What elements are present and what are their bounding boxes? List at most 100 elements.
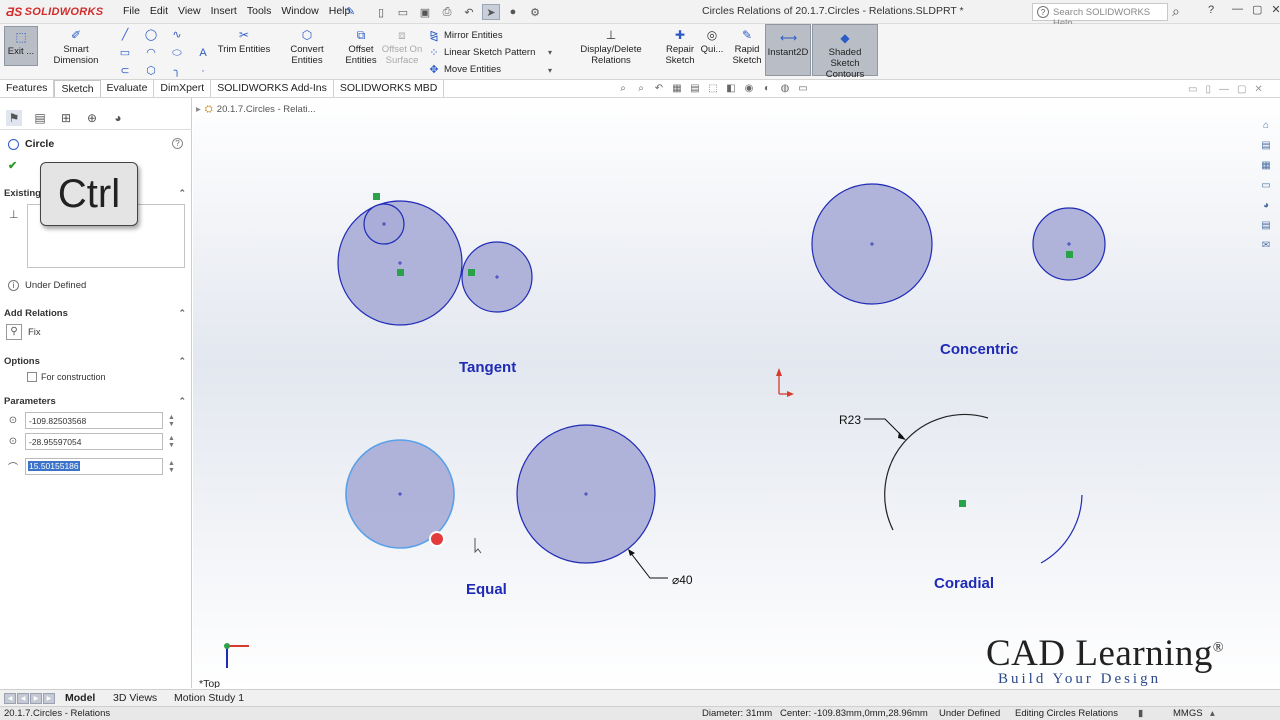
polygon-icon[interactable]: ⬡ — [144, 64, 158, 78]
maximize-icon[interactable]: ▢ — [1252, 3, 1262, 16]
linear-sketch-pattern-button[interactable]: ⁘ Linear Sketch Pattern — [428, 46, 535, 59]
select-icon[interactable]: ➤ — [482, 4, 500, 20]
previous-view-icon[interactable]: ↶ — [652, 82, 666, 96]
convert-entities-button[interactable]: ⬡ Convert Entities — [274, 28, 340, 66]
circle-tool-icon[interactable]: ◯ — [144, 28, 158, 42]
radius-input[interactable]: 15.50155186 — [25, 458, 163, 475]
coradial-relation-icon[interactable] — [959, 500, 966, 507]
radius-dimension[interactable]: R23 — [839, 413, 861, 427]
next-tab-icon[interactable]: ▶ — [30, 693, 42, 704]
search-icon[interactable]: ⌕ — [1172, 3, 1180, 20]
close-icon[interactable]: ✕ — [1271, 3, 1280, 16]
minimize-icon[interactable]: — — [1232, 3, 1243, 16]
repair-sketch-button[interactable]: ✚ Repair Sketch — [664, 28, 696, 66]
menu-insert[interactable]: Insert — [206, 5, 242, 17]
mirror-entities-button[interactable]: ⧎ Mirror Entities — [428, 29, 502, 42]
zoom-area-icon[interactable]: ⌕ — [634, 82, 648, 96]
menu-edit[interactable]: Edit — [145, 5, 173, 17]
exit-sketch-button[interactable]: ⬚ Exit ... — [4, 26, 38, 66]
collapse-icon[interactable]: ⌃ — [178, 396, 186, 407]
help-search-input[interactable]: ? Search SOLIDWORKS Help — [1032, 3, 1168, 29]
options-gear-icon[interactable]: ⚙ — [526, 4, 544, 20]
print-icon[interactable]: ⎙ — [438, 4, 456, 20]
forum-icon[interactable]: ✉ — [1258, 238, 1274, 254]
move-entities-button[interactable]: ✥ Move Entities — [428, 63, 501, 76]
feature-manager-icon[interactable]: ⚑ — [6, 110, 22, 126]
offset-on-surface-button[interactable]: ⧈ Offset On Surface — [380, 28, 424, 66]
diameter-dimension[interactable]: ⌀40 — [672, 573, 693, 587]
last-tab-icon[interactable]: ▶ — [43, 693, 55, 704]
viewport-restore-icon[interactable]: ▭ — [1188, 84, 1197, 95]
options-header[interactable]: Options ⌃ — [4, 356, 188, 367]
display-manager-icon[interactable]: ◕ — [110, 110, 126, 126]
for-construction-checkbox[interactable]: For construction — [27, 372, 106, 382]
coincident-relation-icon[interactable] — [397, 269, 404, 276]
checkbox[interactable] — [27, 372, 37, 382]
file-explorer-icon[interactable]: ▭ — [1258, 178, 1274, 194]
undo-icon[interactable]: ↶ — [460, 4, 478, 20]
line-icon[interactable]: ╱ — [118, 28, 132, 42]
tangent-relation-icon[interactable] — [373, 193, 380, 200]
resources-icon[interactable]: ▤ — [1258, 138, 1274, 154]
viewport-minimize-icon[interactable]: — — [1219, 84, 1229, 95]
new-document-icon[interactable]: ▯ — [372, 4, 390, 20]
tab-addins[interactable]: SOLIDWORKS Add-Ins — [211, 80, 334, 98]
status-units[interactable]: MMGS — [1173, 708, 1203, 719]
solidworks-logo[interactable]: ƋS SOLIDWORKS — [6, 5, 103, 19]
menu-view[interactable]: View — [173, 5, 206, 17]
section-view-icon[interactable]: ▦ — [670, 82, 684, 96]
chevron-down-icon[interactable]: ▾ — [548, 66, 552, 75]
collapse-icon[interactable]: ⌃ — [178, 356, 186, 367]
spin-arrows-icon[interactable]: ▲ ▼ — [168, 460, 175, 474]
design-library-icon[interactable]: ▦ — [1258, 158, 1274, 174]
tangent-relation-icon[interactable] — [468, 269, 475, 276]
dimxpert-manager-icon[interactable]: ⊕ — [84, 110, 100, 126]
point-icon[interactable]: · — [196, 64, 210, 78]
collapse-icon[interactable]: ⌃ — [178, 308, 186, 319]
tab-model[interactable]: Model — [65, 692, 95, 704]
appearances-icon[interactable]: ◕ — [1258, 198, 1274, 214]
help-icon[interactable]: ? — [1208, 4, 1214, 16]
tab-features[interactable]: Features — [0, 80, 55, 98]
display-style-icon[interactable]: ◧ — [724, 82, 738, 96]
rebuild-status-icon[interactable]: ▮ — [1138, 708, 1143, 719]
rapid-sketch-button[interactable]: ✎ Rapid Sketch — [732, 28, 762, 66]
slot-icon[interactable]: ⊂ — [118, 64, 132, 78]
feature-tree-breadcrumb[interactable]: ▸ ⛭ 20.1.7.Circles - Relati... — [196, 104, 316, 115]
tab-evaluate[interactable]: Evaluate — [101, 80, 155, 98]
view-settings-icon[interactable]: ▭ — [796, 82, 810, 96]
arc-icon[interactable]: ◠ — [144, 46, 158, 60]
zoom-to-fit-icon[interactable]: ⌕ — [616, 82, 630, 96]
property-manager-icon[interactable]: ▤ — [32, 110, 48, 126]
display-delete-relations-button[interactable]: ⊥ Display/Delete Relations — [560, 28, 662, 66]
viewport-tile-icon[interactable]: ▯ — [1205, 84, 1211, 95]
prev-tab-icon[interactable]: ◀ — [17, 693, 29, 704]
open-icon[interactable]: ▭ — [394, 4, 412, 20]
text-tool-icon[interactable]: A — [196, 46, 210, 60]
parameters-header[interactable]: Parameters ⌃ — [4, 396, 188, 407]
custom-properties-icon[interactable]: ▤ — [1258, 218, 1274, 234]
fix-relation-button[interactable]: ⚲ Fix — [6, 324, 41, 340]
viewport-close-icon[interactable]: ✕ — [1254, 84, 1262, 95]
collapse-icon[interactable]: ⌃ — [178, 188, 186, 199]
concentric-relation-icon[interactable] — [1066, 251, 1073, 258]
viewport-maximize-icon[interactable]: ▢ — [1237, 84, 1246, 95]
shaded-sketch-contours-button[interactable]: ◆ Shaded Sketch Contours — [812, 24, 878, 80]
offset-entities-button[interactable]: ⧉ Offset Entities — [342, 28, 380, 66]
trim-entities-button[interactable]: ✂ Trim Entities — [216, 28, 272, 55]
appearance-icon[interactable]: ◐ — [760, 82, 774, 96]
center-y-input[interactable]: -28.95597054 — [25, 433, 163, 450]
menu-window[interactable]: Window — [276, 5, 323, 17]
home-icon[interactable]: ⌂ — [1258, 118, 1274, 134]
tab-dimxpert[interactable]: DimXpert — [154, 80, 212, 98]
rectangle-icon[interactable]: ▭ — [118, 46, 132, 60]
tab-motion-study[interactable]: Motion Study 1 — [174, 692, 244, 704]
tab-mbd[interactable]: SOLIDWORKS MBD — [334, 80, 445, 98]
chevron-down-icon[interactable]: ▾ — [548, 48, 552, 57]
first-tab-icon[interactable]: ◀ — [4, 693, 16, 704]
save-icon[interactable]: ▣ — [416, 4, 434, 20]
ok-checkmark-icon[interactable]: ✔ — [8, 159, 17, 172]
fillet-icon[interactable]: ╮ — [170, 64, 184, 78]
center-x-input[interactable]: -109.82503568 — [25, 412, 163, 429]
spline-icon[interactable]: ∿ — [170, 28, 184, 42]
